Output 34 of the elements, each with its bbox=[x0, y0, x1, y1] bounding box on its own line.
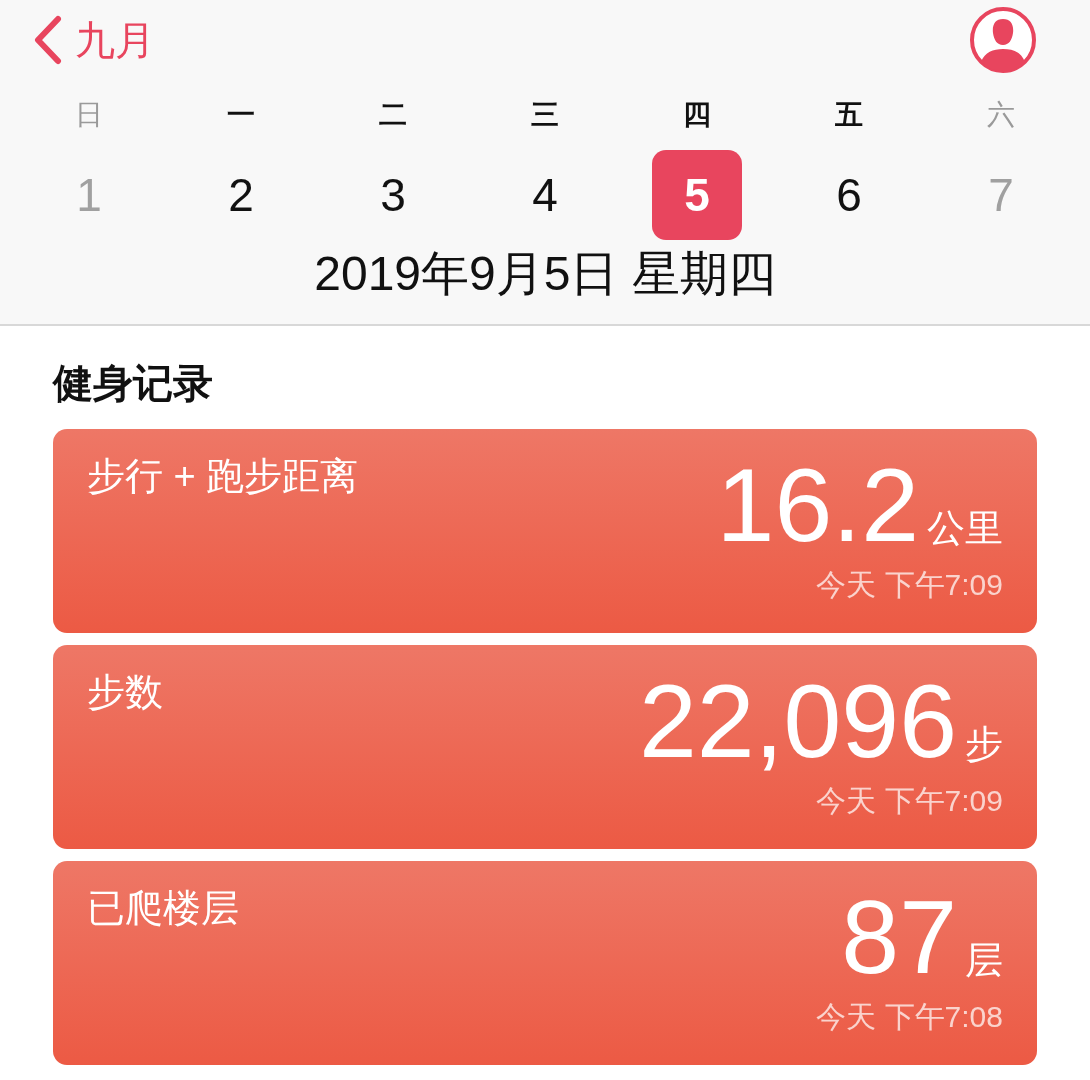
weekday-label: 六 bbox=[987, 98, 1015, 132]
date-button[interactable]: 7 bbox=[956, 150, 1046, 240]
selected-date-label: 2019年9月5日 星期四 bbox=[313, 246, 777, 302]
metric-timestamp: 今天 下午7:09 bbox=[816, 783, 1003, 819]
metric-value: 87 bbox=[841, 883, 957, 991]
date-button[interactable]: 3 bbox=[348, 150, 438, 240]
weekday-label: 二 bbox=[379, 98, 407, 132]
metric-timestamp: 今天 下午7:09 bbox=[816, 567, 1003, 603]
date-button[interactable]: 5 bbox=[652, 150, 742, 240]
date-button[interactable]: 4 bbox=[500, 150, 590, 240]
back-button[interactable]: 九月 bbox=[33, 12, 155, 68]
date-button[interactable]: 6 bbox=[804, 150, 894, 240]
metric-card[interactable]: 步行 + 跑步距离 16.2 公里 今天 下午7:09 bbox=[53, 429, 1037, 633]
profile-avatar-icon[interactable] bbox=[969, 6, 1037, 74]
metric-title: 已爬楼层 bbox=[87, 886, 239, 931]
date-button[interactable]: 2 bbox=[196, 150, 286, 240]
weekday-label: 五 bbox=[835, 98, 863, 132]
weekday-label: 一 bbox=[227, 98, 255, 132]
metric-unit: 步 bbox=[965, 722, 1003, 767]
weekday-label: 日 bbox=[75, 98, 103, 132]
weekday-label: 四 bbox=[683, 98, 711, 132]
section-title: 健身记录 bbox=[53, 360, 214, 407]
metric-value: 16.2 bbox=[716, 451, 919, 559]
metric-value: 22,096 bbox=[638, 667, 957, 775]
metric-title: 步数 bbox=[87, 670, 163, 715]
metric-unit: 层 bbox=[965, 938, 1003, 983]
weekday-label: 三 bbox=[531, 98, 559, 132]
metric-title: 步行 + 跑步距离 bbox=[87, 454, 359, 499]
metric-unit: 公里 bbox=[927, 506, 1003, 551]
metric-timestamp: 今天 下午7:08 bbox=[816, 999, 1003, 1035]
date-button[interactable]: 1 bbox=[44, 150, 134, 240]
chevron-left-icon bbox=[33, 15, 63, 65]
metric-card[interactable]: 已爬楼层 87 层 今天 下午7:08 bbox=[53, 861, 1037, 1065]
metric-card[interactable]: 步数 22,096 步 今天 下午7:09 bbox=[53, 645, 1037, 849]
